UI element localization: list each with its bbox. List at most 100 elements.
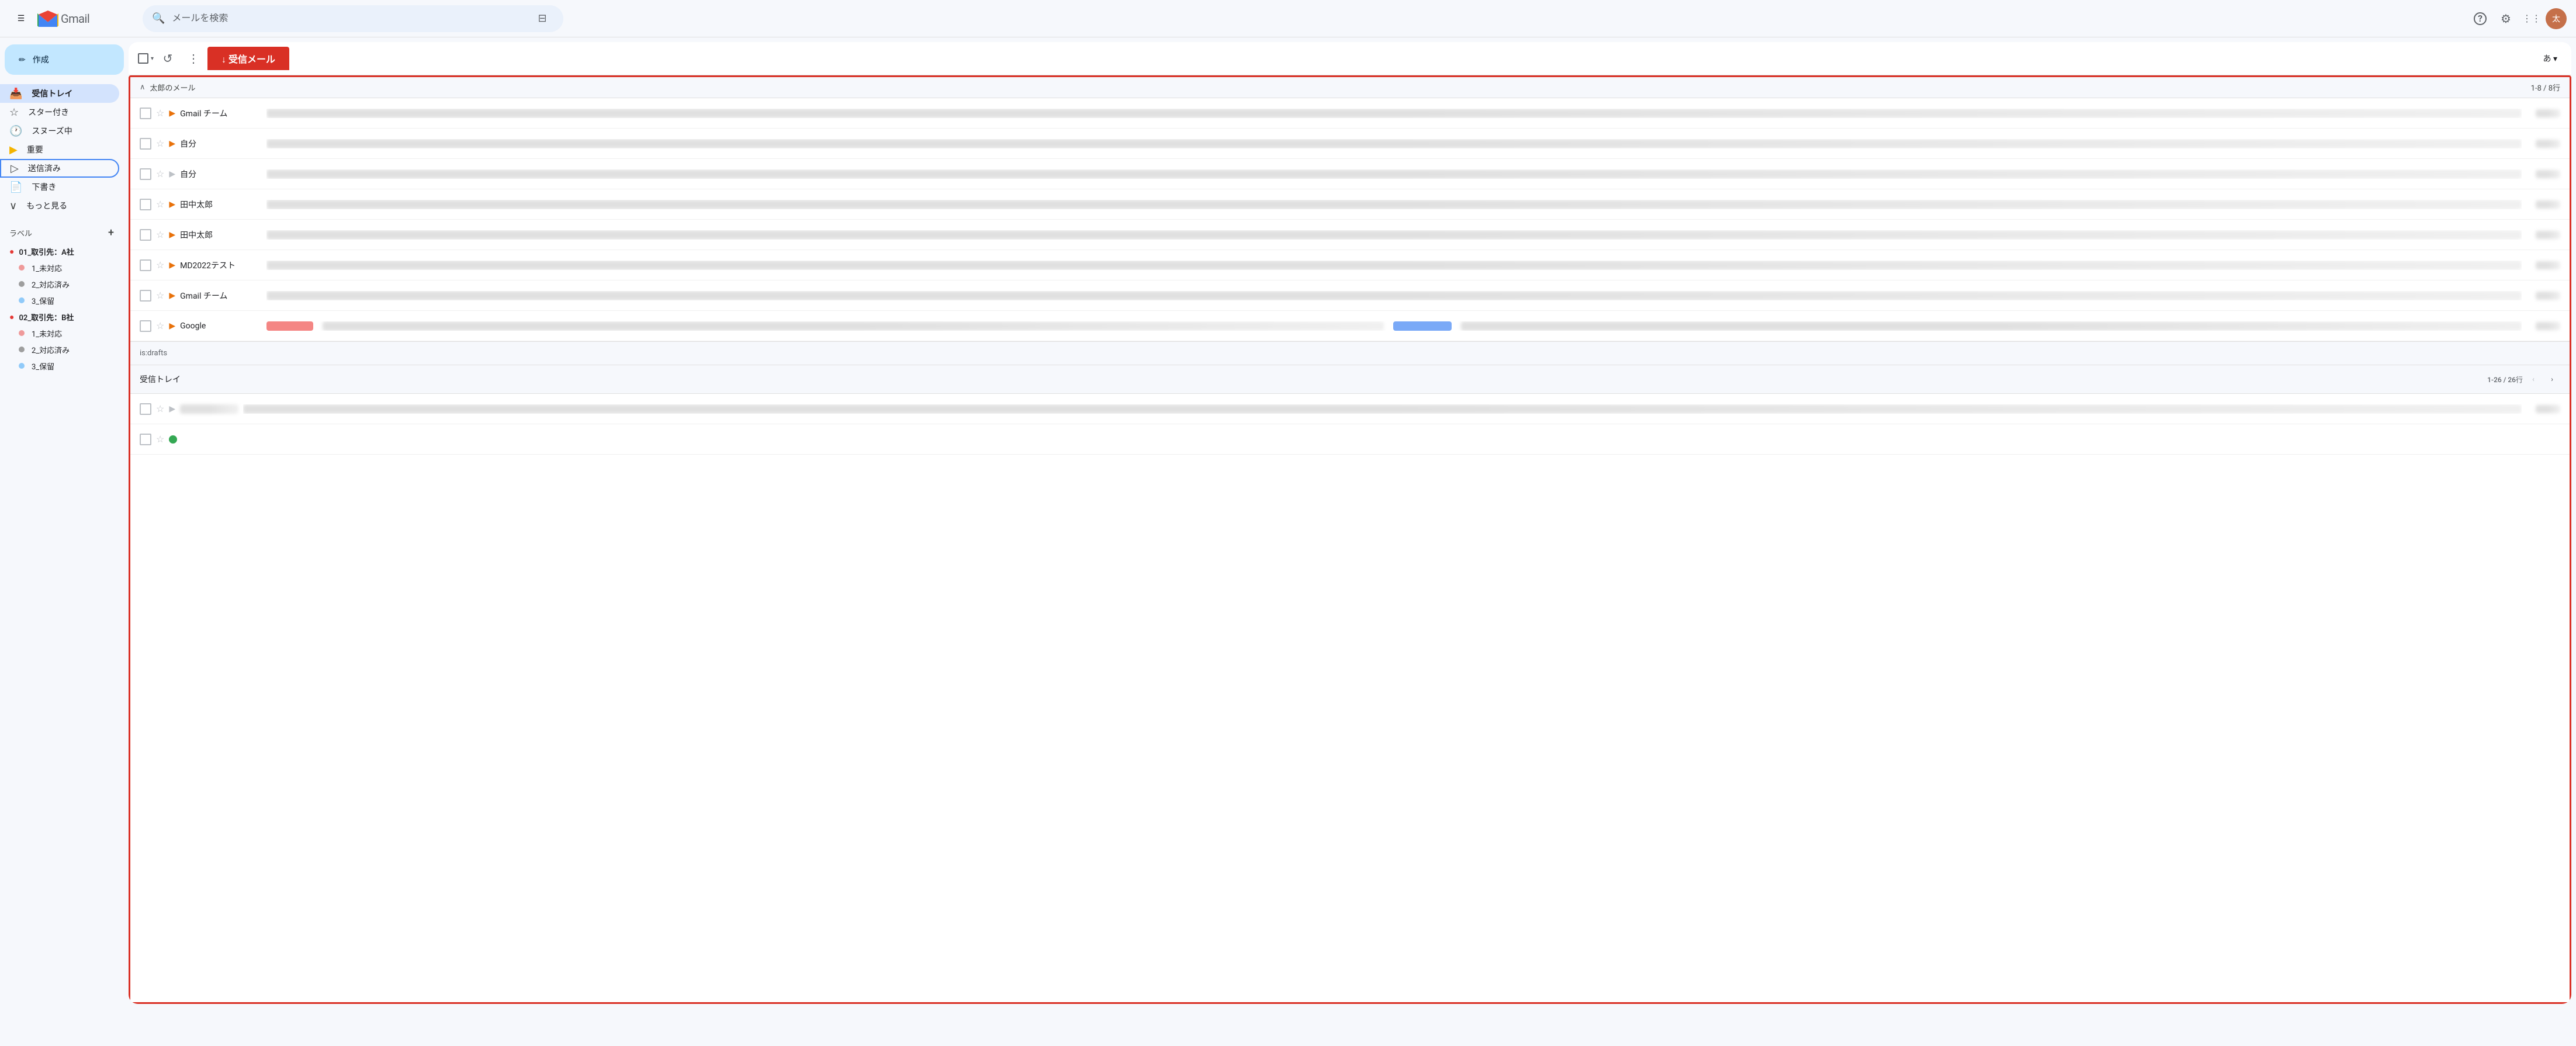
email-checkbox-6[interactable]	[140, 259, 151, 271]
avatar-initial: 太	[2552, 13, 2560, 25]
search-input[interactable]	[172, 13, 524, 24]
sidebar-item-important[interactable]: ▶ 重要	[0, 140, 119, 159]
sidebar-item-drafts[interactable]: 📄 下書き	[0, 178, 119, 196]
sidebar-item-sent[interactable]: ▷ 送信済み	[0, 159, 119, 178]
email-content-3: xxxxxxxxxxxxxx	[266, 169, 2522, 179]
labels-header-text: ラベル	[9, 227, 32, 238]
sidebar-item-label-starred: スター付き	[28, 106, 69, 118]
inbox-email-checkbox-2[interactable]	[140, 434, 151, 445]
more-options-button[interactable]: ⋮	[182, 47, 205, 70]
email-preview-8a: xxxxxxxxxxxxxxxxx	[323, 321, 1384, 331]
label-group-02-b[interactable]: ● 02_取引先：B社	[0, 309, 129, 325]
email-sender-4: 田中太郎	[180, 199, 262, 210]
email-row-8[interactable]: ☆ ▶ Google xxxxxxxxxxxxxxxxx xxxxxxxxxxx…	[130, 311, 2570, 341]
inbox-icon: 📥	[9, 88, 22, 100]
email-content-7: xxxxxxxxxxxxxxxxxxxxxxxxxxxxxxxxxxxxxxxx…	[266, 291, 2522, 300]
sidebar: ✏ 作成 📥 受信トレイ ☆ スター付き 🕐 スヌーズ中 ▶ 重要 ▷ 送信済み…	[0, 37, 129, 1009]
taro-email-section: ∧ 太郎のメール 1-8 / 8行 ☆ ▶ Gmail チーム xxxxxxxx…	[130, 77, 2570, 341]
email-row-4[interactable]: ☆ ▶ 田中太郎 xxxxxxxxxxxxxxxxxxxxxxxxxxxxxxx…	[130, 189, 2570, 220]
search-filter-button[interactable]: ⊟	[531, 7, 554, 30]
email-star-7[interactable]: ☆	[156, 290, 164, 301]
inbox-email-sender-1: xxxxxxxx	[180, 404, 238, 414]
label-item-02-b-3[interactable]: 3_保留	[0, 358, 119, 374]
gmail-m-icon	[37, 11, 58, 27]
pencil-icon: ✏	[19, 55, 26, 65]
help-icon: ?	[2474, 12, 2487, 25]
inbox-email-checkbox-1[interactable]	[140, 403, 151, 415]
email-row-6[interactable]: ☆ ▶ MD2022テスト xxxxxxxxxxxxxxxxxxxxxxxxxx…	[130, 250, 2570, 280]
app-body: ✏ 作成 📥 受信トレイ ☆ スター付き 🕐 スヌーズ中 ▶ 重要 ▷ 送信済み…	[0, 37, 2576, 1009]
label-group-01-a-dot: ●	[9, 247, 14, 257]
sidebar-item-snoozed[interactable]: 🕐 スヌーズ中	[0, 122, 119, 140]
sidebar-item-label-important: 重要	[27, 144, 43, 155]
compose-button[interactable]: ✏ 作成	[5, 44, 124, 75]
settings-button[interactable]: ⚙	[2494, 7, 2518, 30]
email-date-2: xxxxxxx	[2536, 140, 2560, 148]
email-checkbox-7[interactable]	[140, 290, 151, 302]
email-checkbox-8[interactable]	[140, 320, 151, 332]
email-checkbox-5[interactable]	[140, 229, 151, 241]
email-row-3[interactable]: ☆ ▶ 自分 xxxxxxxxxxxxxx xxxxxxx	[130, 159, 2570, 189]
email-checkbox-3[interactable]	[140, 168, 151, 180]
prev-page-button[interactable]: ‹	[2525, 371, 2542, 387]
select-all-checkbox[interactable]	[138, 53, 148, 64]
refresh-button[interactable]: ↺	[156, 47, 179, 70]
label-group-01-a[interactable]: ● 01_取引先：A社	[0, 243, 129, 259]
help-button[interactable]: ?	[2468, 7, 2492, 30]
label-item-01-a-3[interactable]: 3_保留	[0, 292, 119, 309]
inbox-email-preview-1: xxxxxxxxxxxxxxxxxxxxxxxxxxxxxxxxxxxxxxxx…	[243, 404, 2522, 414]
email-row-1[interactable]: ☆ ▶ Gmail チーム xxxxxxxxxxxxxxxxxxxxxxxxxx…	[130, 98, 2570, 129]
email-sender-1: Gmail チーム	[180, 108, 262, 119]
email-label-icon-1: ▶	[169, 109, 175, 118]
sidebar-item-starred[interactable]: ☆ スター付き	[0, 103, 119, 122]
user-filter-button[interactable]: あ ▾	[2539, 50, 2563, 67]
inbox-email-row-2[interactable]: ☆	[130, 424, 2570, 455]
email-date-7: xxxxxxx	[2536, 292, 2560, 300]
more-vert-icon: ⋮	[188, 51, 199, 65]
next-page-button[interactable]: ›	[2544, 371, 2560, 387]
sidebar-item-inbox[interactable]: 📥 受信トレイ	[0, 84, 119, 103]
email-checkbox-2[interactable]	[140, 138, 151, 150]
inbox-email-row-1[interactable]: ☆ ▶ xxxxxxxx xxxxxxxxxxxxxxxxxxxxxxxxxxx…	[130, 394, 2570, 424]
label-item-02-b-1[interactable]: 1_未対応	[0, 325, 119, 341]
taro-section-count: 1-8 / 8行	[2531, 82, 2560, 93]
label-item-01-a-2[interactable]: 2_対応済み	[0, 276, 119, 292]
email-star-3[interactable]: ☆	[156, 168, 164, 179]
email-row-7[interactable]: ☆ ▶ Gmail チーム xxxxxxxxxxxxxxxxxxxxxxxxxx…	[130, 280, 2570, 311]
avatar[interactable]: 太	[2546, 8, 2567, 29]
email-sender-2: 自分	[180, 138, 262, 150]
inbox-tab[interactable]: ↓ 受信メール	[207, 47, 289, 70]
email-date-5: xxxxxxx	[2536, 231, 2560, 239]
inbox-email-star-2[interactable]: ☆	[156, 434, 164, 445]
taro-section-title: 太郎のメール	[150, 82, 196, 93]
settings-icon: ⚙	[2501, 12, 2511, 26]
taro-collapse-icon[interactable]: ∧	[140, 83, 146, 92]
email-sender-5: 田中太郎	[180, 229, 262, 241]
label-group-02-b-text: 02_取引先：B社	[19, 311, 74, 323]
inbox-email-content-1: xxxxxxxxxxxxxxxxxxxxxxxxxxxxxxxxxxxxxxxx…	[243, 404, 2522, 414]
email-star-5[interactable]: ☆	[156, 229, 164, 240]
email-star-1[interactable]: ☆	[156, 108, 164, 119]
email-checkbox-1[interactable]	[140, 108, 151, 119]
select-dropdown-arrow[interactable]: ▾	[151, 56, 154, 62]
email-star-6[interactable]: ☆	[156, 259, 164, 271]
send-icon: ▷	[11, 162, 19, 175]
sidebar-item-more[interactable]: ∨ もっと見る	[0, 196, 119, 215]
sidebar-item-label-snoozed: スヌーズ中	[32, 125, 72, 137]
label-item-01-a-1[interactable]: 1_未対応	[0, 259, 119, 276]
email-star-8[interactable]: ☆	[156, 320, 164, 331]
email-star-4[interactable]: ☆	[156, 199, 164, 210]
sidebar-item-label-sent: 送信済み	[28, 162, 61, 174]
apps-button[interactable]: ⋮⋮	[2520, 7, 2543, 30]
add-label-button[interactable]: +	[103, 224, 119, 241]
inbox-email-star-1[interactable]: ☆	[156, 403, 164, 414]
email-row-5[interactable]: ☆ ▶ 田中太郎 xxxxxxxxxxxxxxxxxxxxxxxxxxxxxxx…	[130, 220, 2570, 250]
email-checkbox-4[interactable]	[140, 199, 151, 210]
hamburger-menu-button[interactable]: ☰	[9, 7, 33, 30]
email-preview-6: xxxxxxxxxxxxxxxxxxxxxxxxxxxxxxxxxxxx	[266, 261, 2522, 270]
label-item-02-b-2[interactable]: 2_対応済み	[0, 341, 119, 358]
star-icon: ☆	[9, 106, 19, 119]
email-star-2[interactable]: ☆	[156, 138, 164, 149]
arrow-left-icon: ‹	[2532, 375, 2535, 383]
email-row-2[interactable]: ☆ ▶ 自分 xxxxxxxxxxxxxx xxxxxxx	[130, 129, 2570, 159]
